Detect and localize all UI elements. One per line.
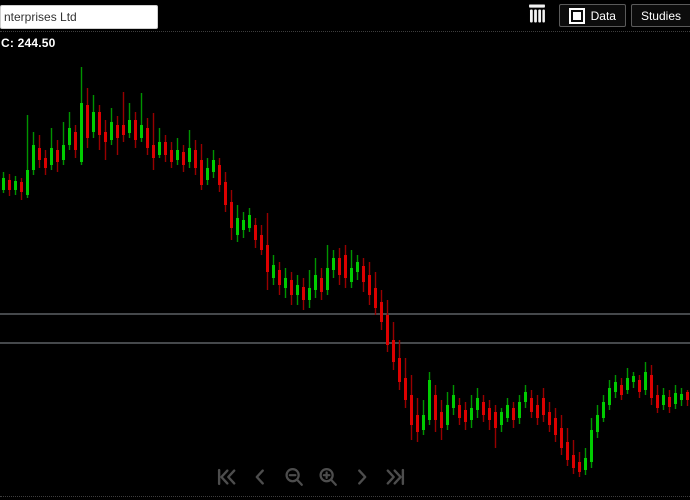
zoom-out-icon — [285, 468, 303, 486]
chart-application: C: 244.50 Data Stu — [0, 0, 690, 500]
toolbar-right-group: Data Studies — [528, 0, 690, 31]
skip-to-start-icon — [217, 468, 236, 486]
close-price-label: C: 244.50 — [1, 36, 56, 50]
chevron-right-icon — [358, 469, 367, 485]
chart-nav — [215, 464, 407, 490]
symbol-input[interactable] — [0, 5, 158, 29]
candles-layer[interactable] — [0, 0, 690, 500]
bank-icon — [528, 3, 546, 28]
pan-left-button[interactable] — [249, 464, 271, 490]
pan-right-button[interactable] — [351, 464, 373, 490]
top-toolbar: Data Studies — [0, 0, 690, 32]
skip-to-start-button[interactable] — [215, 464, 237, 490]
checkbox-checked-icon — [568, 7, 585, 24]
zoom-out-button[interactable] — [283, 464, 305, 490]
skip-to-end-icon — [386, 468, 405, 486]
chevron-left-icon — [255, 469, 264, 485]
data-button-label: Data — [590, 8, 616, 23]
skip-to-end-button[interactable] — [385, 464, 407, 490]
zoom-in-button[interactable] — [317, 464, 339, 490]
bank-button[interactable] — [528, 3, 546, 28]
bottom-divider — [0, 496, 690, 497]
zoom-in-icon — [319, 468, 337, 486]
studies-button-label: Studies — [640, 8, 681, 23]
studies-button[interactable]: Studies — [630, 4, 690, 27]
data-toggle-button[interactable]: Data — [558, 4, 626, 27]
